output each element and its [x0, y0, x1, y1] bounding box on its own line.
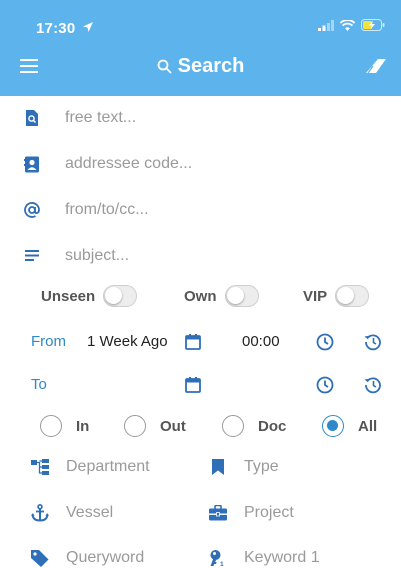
addressee-code-placeholder: addressee code... [65, 155, 193, 172]
project-filter[interactable]: Project [208, 500, 294, 526]
to-history-icon[interactable] [364, 376, 382, 394]
radio-circle-selected [322, 415, 344, 437]
free-text-placeholder: free text... [65, 109, 137, 126]
own-toggle-group: Own [184, 285, 259, 307]
unseen-label: Unseen [41, 287, 96, 305]
toggle-knob [105, 287, 123, 304]
radio-doc[interactable]: Doc [222, 415, 286, 437]
type-label: Type [244, 458, 279, 475]
at-sign-icon [23, 201, 41, 219]
radio-out-label: Out [160, 417, 186, 435]
radio-circle [222, 415, 244, 437]
radio-doc-label: Doc [258, 417, 287, 435]
status-time: 17:30 [36, 20, 76, 37]
radio-in-label: In [76, 417, 90, 435]
anchor-icon [30, 503, 50, 523]
location-arrow-icon [83, 22, 93, 32]
toggle-knob [226, 287, 244, 304]
to-calendar-icon[interactable] [184, 376, 202, 394]
radio-all[interactable]: All [322, 415, 377, 437]
department-label: Department [66, 458, 150, 475]
search-icon [157, 59, 172, 74]
search-document-icon [23, 109, 41, 127]
org-chart-icon [30, 457, 50, 477]
addressee-code-field[interactable]: addressee code... [0, 144, 401, 184]
briefcase-icon [208, 503, 228, 523]
status-indicators [318, 19, 385, 31]
bookmark-icon [208, 457, 228, 477]
vessel-label: Vessel [66, 504, 114, 521]
subject-placeholder: subject... [65, 247, 130, 264]
unseen-toggle[interactable] [103, 285, 138, 307]
radio-circle [124, 415, 146, 437]
svg-text:1: 1 [220, 561, 224, 567]
vessel-filter[interactable]: Vessel [30, 500, 113, 526]
toggle-row: Unseen Own VIP [0, 283, 401, 311]
vip-toggle[interactable] [335, 285, 370, 307]
keyword1-label: Keyword 1 [244, 549, 320, 566]
from-label: From [31, 333, 66, 350]
key-icon: 1 [208, 548, 228, 568]
from-row: From 1 Week Ago 00:00 [0, 327, 401, 357]
subject-field[interactable]: subject... [0, 236, 401, 276]
lines-icon [23, 247, 41, 265]
page-title-text: Search [177, 55, 245, 77]
own-label: Own [184, 287, 217, 305]
type-filter[interactable]: Type [208, 454, 279, 480]
radio-all-label: All [358, 417, 378, 435]
department-filter[interactable]: Department [30, 454, 150, 480]
from-history-icon[interactable] [364, 333, 382, 351]
wifi-icon [340, 19, 355, 31]
keyword1-filter[interactable]: 1 Keyword 1 [208, 545, 320, 568]
queryword-filter[interactable]: Queryword [30, 545, 144, 568]
from-to-cc-field[interactable]: from/to/cc... [0, 190, 401, 230]
vip-toggle-group: VIP [303, 285, 370, 307]
vip-label: VIP [303, 287, 328, 305]
to-row: To [0, 370, 401, 400]
to-label: To [31, 376, 47, 393]
free-text-field[interactable]: free text... [0, 98, 401, 138]
radio-circle [40, 415, 62, 437]
page-title: Search [0, 55, 401, 78]
direction-radio-group: In Out Doc All [0, 414, 401, 440]
from-time-value[interactable]: 00:00 [242, 333, 280, 350]
own-toggle[interactable] [224, 285, 259, 307]
tag-icon [30, 548, 50, 568]
radio-in[interactable]: In [40, 415, 89, 437]
signal-icon [318, 19, 334, 31]
from-to-cc-placeholder: from/to/cc... [65, 201, 149, 218]
project-label: Project [244, 504, 294, 521]
toggle-knob [337, 287, 355, 304]
battery-charging-icon [361, 19, 385, 31]
from-clock-icon[interactable] [316, 333, 334, 351]
top-bar: 17:30 Search [0, 0, 401, 96]
unseen-toggle-group: Unseen [41, 285, 138, 307]
queryword-label: Queryword [66, 549, 145, 566]
radio-out[interactable]: Out [124, 415, 186, 437]
from-calendar-icon[interactable] [184, 333, 202, 351]
contact-card-icon [23, 155, 41, 173]
eraser-icon[interactable] [365, 58, 387, 74]
from-date-value[interactable]: 1 Week Ago [87, 333, 168, 350]
to-clock-icon[interactable] [316, 376, 334, 394]
